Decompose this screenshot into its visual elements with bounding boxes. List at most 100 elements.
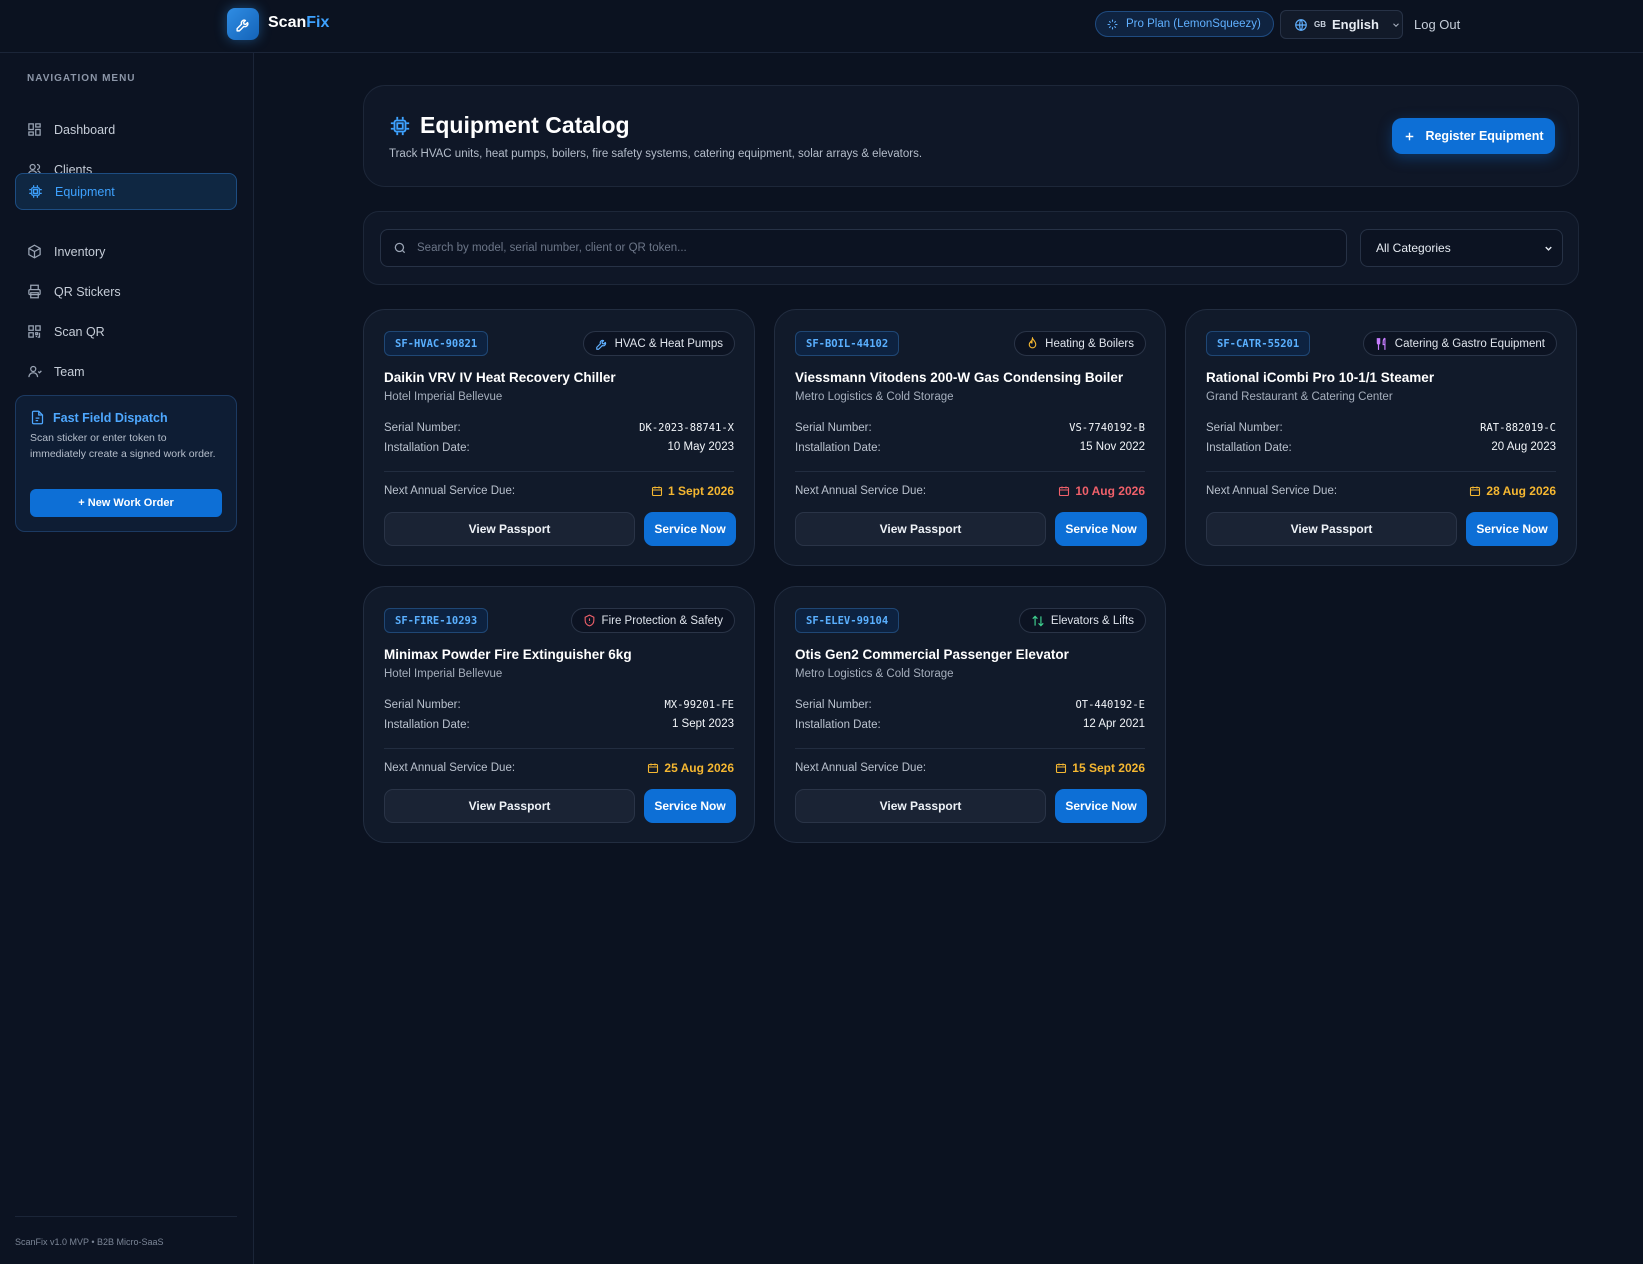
sidebar-item-label: QR Stickers <box>54 284 121 299</box>
due-date: 25 Aug 2026 <box>664 761 734 775</box>
category-badge: Catering & Gastro Equipment <box>1362 331 1557 356</box>
language-label: English <box>1332 17 1379 32</box>
sidebar-item-label: Inventory <box>54 244 106 259</box>
plan-label: Pro Plan (LemonSqueezy) <box>1126 18 1261 30</box>
serial-label: Serial Number: <box>795 699 872 711</box>
due-label: Next Annual Service Due: <box>384 762 516 774</box>
card-divider <box>384 471 734 472</box>
sidebar-item-equipment-active[interactable]: Equipment <box>15 173 237 210</box>
card-divider <box>795 471 1145 472</box>
brand-name-accent: Fix <box>306 14 330 31</box>
sidebar: NAVIGATION MENU Dashboard Clients Equipm… <box>0 53 254 1264</box>
client-name: Hotel Imperial Bellevue <box>384 391 503 403</box>
sidebar-item-label: Scan QR <box>54 324 105 339</box>
brand-logo[interactable]: ScanFix <box>268 14 329 32</box>
serial-value: OT-440192-E <box>1075 699 1145 711</box>
register-label: Register Equipment <box>1425 129 1544 143</box>
due-date: 10 Aug 2026 <box>1075 484 1145 498</box>
sidebar-item-dashboard[interactable]: Dashboard <box>15 111 237 148</box>
equipment-card: SF-CATR-55201 Catering & Gastro Equipmen… <box>1185 309 1577 566</box>
equipment-code[interactable]: SF-ELEV-99104 <box>795 608 900 633</box>
due-label: Next Annual Service Due: <box>795 762 927 774</box>
client-name: Metro Logistics & Cold Storage <box>795 668 954 680</box>
service-now-button[interactable]: Service Now <box>1055 512 1147 546</box>
sidebar-item-inventory[interactable]: Inventory <box>15 233 237 270</box>
printer-icon <box>28 284 41 299</box>
category-select[interactable]: All Categories <box>1360 229 1563 267</box>
equipment-name: Minimax Powder Fire Extinguisher 6kg <box>384 647 632 662</box>
calendar-icon <box>651 486 663 497</box>
fast-dispatch-panel: Fast Field Dispatch Scan sticker or ente… <box>15 395 237 532</box>
dashboard-icon <box>28 123 41 136</box>
category-label: HVAC & Heat Pumps <box>614 337 723 350</box>
chevron-down-icon <box>1545 246 1552 251</box>
equipment-code[interactable]: SF-BOIL-44102 <box>795 331 900 356</box>
nav-title: NAVIGATION MENU <box>27 73 136 84</box>
due-label: Next Annual Service Due: <box>384 485 516 497</box>
client-name: Metro Logistics & Cold Storage <box>795 391 954 403</box>
equipment-name: Viessmann Vitodens 200-W Gas Condensing … <box>795 370 1124 385</box>
equipment-code[interactable]: SF-HVAC-90821 <box>384 331 489 356</box>
utensils-icon <box>1375 337 1389 351</box>
serial-value: MX-99201-FE <box>664 699 734 711</box>
due-label: Next Annual Service Due: <box>795 485 927 497</box>
equipment-code[interactable]: SF-CATR-55201 <box>1206 331 1311 356</box>
new-work-order-button[interactable]: + New Work Order <box>30 489 222 517</box>
search-box[interactable] <box>380 229 1347 267</box>
plus-icon <box>1406 132 1414 140</box>
wrench-icon[interactable] <box>227 8 259 40</box>
due-value: 28 Aug 2026 <box>1469 484 1556 498</box>
due-value: 1 Sept 2026 <box>651 484 734 498</box>
search-input[interactable] <box>417 242 1317 254</box>
service-now-button[interactable]: Service Now <box>1055 789 1147 823</box>
service-now-button[interactable]: Service Now <box>644 789 736 823</box>
due-date: 28 Aug 2026 <box>1486 484 1556 498</box>
flag-label: GB <box>1314 20 1326 29</box>
serial-label: Serial Number: <box>1206 422 1283 434</box>
view-passport-button[interactable]: View Passport <box>795 789 1046 823</box>
due-value: 25 Aug 2026 <box>647 761 734 775</box>
register-equipment-button[interactable]: Register Equipment <box>1392 118 1555 154</box>
sidebar-item-label: Dashboard <box>54 122 116 137</box>
language-selector[interactable]: GB English <box>1280 10 1403 39</box>
service-now-button[interactable]: Service Now <box>1466 512 1558 546</box>
equipment-card: SF-FIRE-10293 Fire Protection & Safety M… <box>363 586 755 843</box>
calendar-icon <box>1059 486 1070 497</box>
view-passport-button[interactable]: View Passport <box>384 789 635 823</box>
wrench-icon <box>595 337 609 351</box>
sidebar-item-team[interactable]: Team <box>15 353 237 390</box>
flame-icon <box>1026 337 1039 350</box>
installed-label: Installation Date: <box>1206 442 1292 454</box>
due-value: 10 Aug 2026 <box>1058 484 1145 498</box>
plan-badge[interactable]: Pro Plan (LemonSqueezy) <box>1095 11 1274 37</box>
serial-label: Serial Number: <box>795 422 872 434</box>
logout-link[interactable]: Log Out <box>1414 17 1460 32</box>
due-date: 1 Sept 2026 <box>667 484 734 498</box>
sidebar-item-label: Equipment <box>55 184 115 199</box>
installed-label: Installation Date: <box>384 719 470 731</box>
equipment-code[interactable]: SF-FIRE-10293 <box>384 608 489 633</box>
card-divider <box>384 748 734 749</box>
sparkle-icon <box>1107 19 1118 29</box>
view-passport-button[interactable]: View Passport <box>795 512 1046 546</box>
calendar-icon <box>648 763 659 774</box>
category-badge: Fire Protection & Safety <box>570 608 735 633</box>
search-icon <box>394 242 406 254</box>
view-passport-button[interactable]: View Passport <box>384 512 635 546</box>
installed-value: 1 Sept 2023 <box>671 718 734 730</box>
view-passport-button[interactable]: View Passport <box>1206 512 1457 546</box>
filter-bar: All Categories <box>363 211 1579 285</box>
serial-value: DK-2023-88741-X <box>639 422 734 434</box>
service-now-button[interactable]: Service Now <box>644 512 736 546</box>
calendar-icon <box>1470 486 1481 497</box>
dispatch-title: Fast Field Dispatch <box>53 410 168 425</box>
category-selected: All Categories <box>1376 241 1451 255</box>
sidebar-item-scan-qr[interactable]: Scan QR <box>15 313 237 350</box>
installed-value: 20 Aug 2023 <box>1491 441 1556 453</box>
equipment-name: Daikin VRV IV Heat Recovery Chiller <box>384 370 616 385</box>
installed-value: 15 Nov 2022 <box>1079 441 1145 453</box>
sidebar-item-qr-stickers[interactable]: QR Stickers <box>15 273 237 310</box>
brand-name: Scan <box>268 14 307 31</box>
serial-label: Serial Number: <box>384 422 461 434</box>
page-header: Equipment Catalog Track HVAC units, heat… <box>363 85 1579 187</box>
